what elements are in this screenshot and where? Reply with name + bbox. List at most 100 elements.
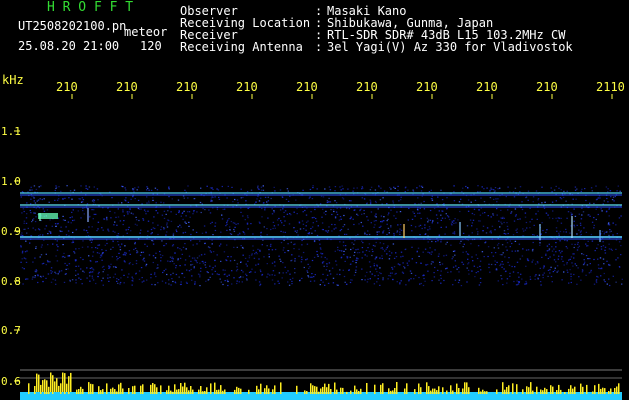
activity-spike <box>34 386 36 392</box>
noise-dot <box>563 231 565 233</box>
noise-dot <box>555 185 557 187</box>
noise-dot <box>112 246 114 248</box>
noise-dot <box>155 275 157 278</box>
noise-dot <box>184 231 187 233</box>
noise-dot <box>355 269 357 271</box>
noise-dot <box>173 263 175 265</box>
noise-dot <box>63 252 65 254</box>
activity-spike <box>356 389 358 394</box>
noise-dot <box>533 224 535 226</box>
noise-dot <box>138 270 141 272</box>
noise-dot <box>34 202 37 204</box>
noise-dot <box>429 252 431 254</box>
noise-dot <box>393 186 395 188</box>
noise-dot <box>280 220 282 222</box>
noise-dot <box>569 232 571 234</box>
noise-dot <box>369 278 371 280</box>
noise-dot <box>150 273 152 275</box>
noise-dot <box>419 283 421 285</box>
noise-dot <box>357 214 359 216</box>
noise-dot <box>266 263 268 265</box>
noise-dot <box>196 211 198 213</box>
noise-dot <box>512 234 515 236</box>
noise-dot <box>478 220 480 222</box>
noise-dot <box>30 186 32 188</box>
activity-spike <box>122 388 124 394</box>
noise-dot <box>373 283 376 285</box>
activity-spike <box>552 386 554 394</box>
noise-dot <box>266 228 268 230</box>
noise-dot <box>110 217 112 219</box>
noise-dot <box>233 228 235 231</box>
noise-dot <box>72 241 75 243</box>
noise-dot <box>188 225 190 227</box>
activity-spike <box>614 388 616 394</box>
activity-spike <box>88 382 90 394</box>
noise-dot <box>37 281 39 284</box>
noise-dot <box>246 215 249 217</box>
noise-dot <box>61 230 63 232</box>
noise-dot <box>377 208 379 210</box>
noise-dot <box>216 208 219 211</box>
noise-dot <box>550 275 553 278</box>
noise-dot <box>55 187 57 189</box>
noise-dot <box>482 225 485 227</box>
noise-dot <box>107 229 109 231</box>
noise-dot <box>522 228 524 230</box>
noise-dot <box>214 270 216 272</box>
noise-dot <box>463 243 465 245</box>
noise-dot <box>191 279 193 281</box>
noise-dot <box>608 215 610 217</box>
noise-dot <box>216 273 218 275</box>
noise-dot <box>40 246 43 248</box>
noise-dot <box>35 216 37 218</box>
noise-dot <box>615 281 617 283</box>
noise-dot <box>240 211 242 213</box>
noise-dot <box>137 199 140 201</box>
noise-dot <box>212 188 214 191</box>
noise-dot <box>287 250 290 252</box>
noise-dot <box>47 273 50 275</box>
noise-dot <box>477 245 480 247</box>
noise-dot <box>306 243 309 245</box>
noise-dot <box>610 248 612 250</box>
noise-dot <box>191 275 193 277</box>
noise-dot <box>247 228 249 230</box>
noise-dot <box>172 272 174 274</box>
noise-dot <box>75 282 77 284</box>
noise-dot <box>589 202 591 204</box>
noise-dot <box>545 253 547 255</box>
activity-spike <box>396 382 398 394</box>
noise-dot <box>309 196 311 198</box>
noise-dot <box>494 187 497 189</box>
noise-dot <box>83 213 85 215</box>
noise-dot <box>282 272 284 274</box>
noise-dot <box>581 214 583 216</box>
noise-dot <box>101 253 103 255</box>
noise-dot <box>371 248 373 250</box>
noise-dot <box>556 220 559 222</box>
activity-spike <box>340 387 342 394</box>
activity-spike <box>258 389 260 394</box>
noise-dot <box>475 254 477 256</box>
noise-dot <box>168 220 170 222</box>
noise-dot <box>218 273 220 276</box>
noise-dot <box>230 256 232 258</box>
noise-dot <box>41 244 43 246</box>
noise-dot <box>407 264 409 266</box>
noise-dot <box>589 263 591 265</box>
noise-dot <box>145 213 147 215</box>
noise-dot <box>207 279 209 281</box>
activity-spike <box>112 387 114 394</box>
noise-dot <box>219 278 221 280</box>
noise-dot <box>521 208 524 211</box>
noise-dot <box>429 228 431 230</box>
noise-dot <box>157 233 159 236</box>
noise-dot <box>194 281 196 283</box>
noise-dot <box>558 187 560 189</box>
noise-dot <box>320 252 322 254</box>
noise-dot <box>56 223 59 225</box>
noise-dot <box>77 210 79 212</box>
noise-dot <box>81 197 84 199</box>
noise-dot <box>474 199 477 201</box>
